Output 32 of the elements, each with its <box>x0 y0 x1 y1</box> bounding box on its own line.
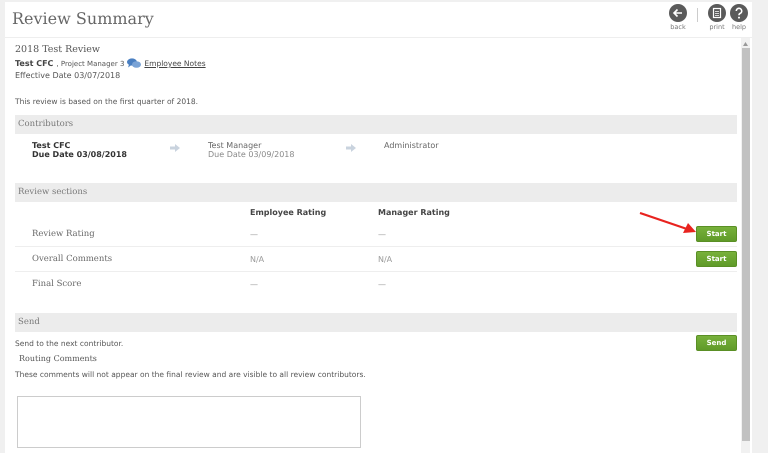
employee-name: Test CFC <box>15 59 54 68</box>
scrollbar[interactable] <box>741 38 750 453</box>
review-title: 2018 Test Review <box>15 44 102 55</box>
due-date: Due Date 03/08/2018 <box>32 150 128 159</box>
scroll-up-icon[interactable] <box>743 42 748 46</box>
arrow-right-icon <box>346 144 356 152</box>
section-header: Contributors <box>15 115 737 134</box>
section-name: Final Score <box>31 279 82 289</box>
effective-date: Effective Date 03/07/2018 <box>15 71 122 80</box>
contributor-name: Administrator <box>384 141 440 150</box>
column-header: Employee Rating <box>250 208 328 216</box>
comments-field[interactable] <box>17 396 361 448</box>
employee-rating: N/A <box>250 254 266 264</box>
contributor-name: Test CFC <box>32 141 72 150</box>
routing-comments-label: Routing Comments <box>19 354 98 363</box>
scrollbar-thumb[interactable] <box>742 48 750 441</box>
chat-bubbles-icon <box>127 58 142 69</box>
manager-rating: N/A <box>378 254 394 264</box>
manager-rating: — <box>378 280 387 288</box>
employee-rating: — <box>250 280 259 288</box>
manager-rating: — <box>378 230 387 238</box>
employee-rating: — <box>250 230 259 238</box>
due-date: Due Date 03/09/2018 <box>208 150 296 159</box>
arrow-right-icon <box>170 144 180 152</box>
page-title: Review Summary <box>12 9 154 28</box>
section-name: Review Rating <box>31 229 96 239</box>
section-header: Send <box>15 313 737 332</box>
column-header: Manager Rating <box>378 208 451 216</box>
annotation-arrow <box>639 212 697 234</box>
contributor-name: Test Manager <box>208 141 262 150</box>
section-name: Overall Comments <box>31 254 114 264</box>
section-header: Review sections <box>15 183 737 202</box>
